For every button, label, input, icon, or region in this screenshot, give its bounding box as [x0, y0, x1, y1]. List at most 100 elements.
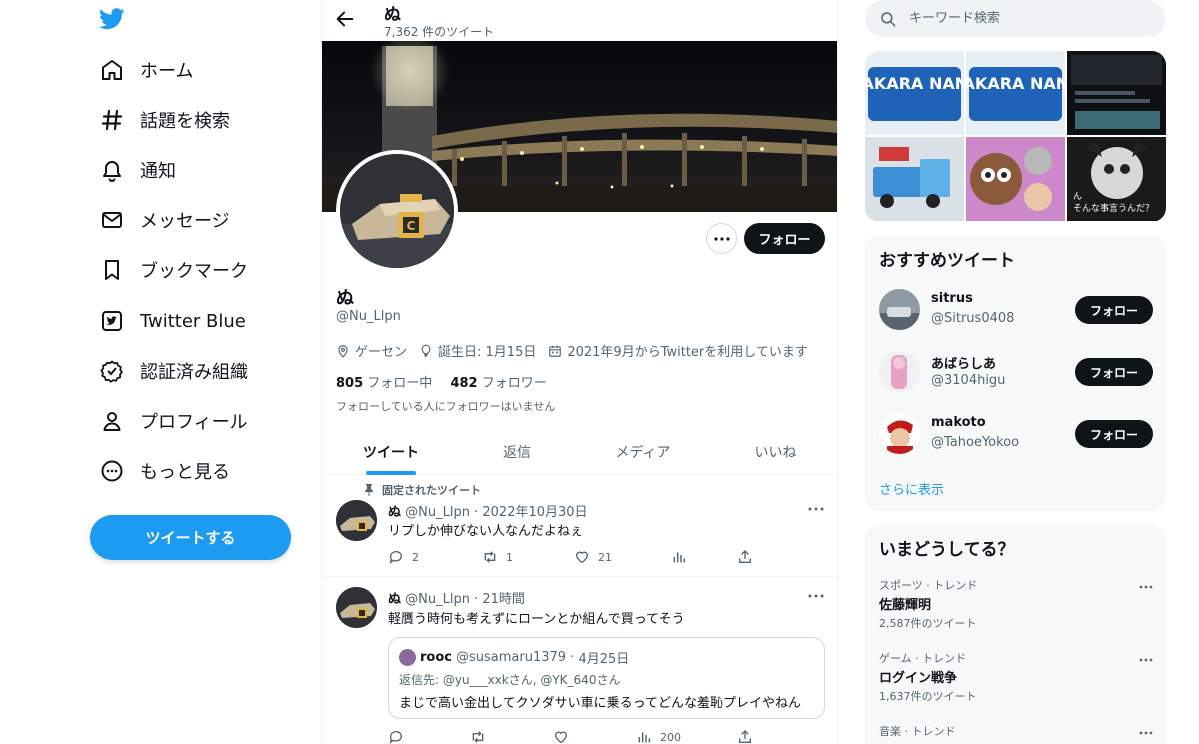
location-item: ゲーセン	[336, 341, 407, 360]
reply-button[interactable]	[388, 729, 412, 744]
tweet-author-name[interactable]: ぬ	[388, 505, 401, 520]
nav-label: メッセージ	[140, 211, 230, 232]
media-thumbnail[interactable]	[966, 137, 1065, 221]
like-count: 21	[598, 550, 612, 564]
tweet-item[interactable]: ぬ @Nu_Llpn · 21時間 軽贋う時何も考えずにローンとか組んで買ってそ…	[322, 578, 837, 744]
quoted-avatar	[399, 649, 416, 666]
tweet-timestamp[interactable]: 2022年10月30日	[482, 505, 587, 520]
profile-avatar[interactable]: C	[336, 150, 458, 272]
more-circle-icon	[101, 460, 123, 482]
tweet-timestamp[interactable]: 21時間	[482, 592, 525, 607]
quoted-tweet[interactable]: rooc @susamaru1379 · 4月25日 返信先: @yu___xx…	[388, 637, 825, 719]
share-icon	[739, 730, 751, 743]
follow-button[interactable]: フォロー	[1075, 420, 1153, 448]
following-link[interactable]: 805 フォロー中	[336, 376, 432, 391]
tweet-more-icon[interactable]	[807, 587, 825, 605]
calendar-icon	[549, 345, 562, 357]
show-more-link[interactable]: さらに表示	[879, 479, 944, 498]
media-thumbnail[interactable]: DAKARA NANY	[865, 51, 964, 135]
mutual-followers-note: フォローしている人にフォロワーはいません	[336, 400, 556, 413]
nav-label: 認証済み組織	[140, 362, 248, 383]
balloon-icon	[421, 344, 431, 357]
back-arrow-icon[interactable]	[334, 8, 356, 30]
follow-button[interactable]: フォロー	[744, 223, 825, 254]
trend-item[interactable]: スポーツ · トレンド 佐藤輝明 2,587件のツイート	[879, 577, 1154, 632]
trend-more-icon[interactable]	[1138, 579, 1154, 595]
media-thumbnail[interactable]	[865, 137, 964, 221]
media-caption: DAKARA NANY	[865, 74, 964, 93]
nav-twitter-blue[interactable]: Twitter Blue	[100, 303, 246, 339]
search-input[interactable]	[909, 11, 1139, 26]
nav-verified-orgs[interactable]: 認証済み組織	[100, 353, 248, 389]
like-button[interactable]: 21	[574, 549, 612, 565]
tweet-author-name[interactable]: ぬ	[388, 592, 401, 607]
more-dots-icon	[713, 236, 730, 241]
followers-count: 482	[450, 376, 478, 391]
retweet-icon	[472, 731, 484, 743]
analytics-button[interactable]	[671, 549, 695, 565]
like-button[interactable]	[553, 729, 577, 744]
compose-tweet-button[interactable]: ツイートする	[90, 515, 291, 560]
share-button[interactable]	[737, 549, 761, 565]
follow-button[interactable]: フォロー	[1075, 296, 1153, 324]
profile-tabs: ツイート 返信 メディア いいね	[322, 428, 837, 475]
trend-item[interactable]: ゲーム · トレンド ログイン戦争 1,637件のツイート	[879, 650, 1154, 705]
tweet-avatar[interactable]	[336, 587, 377, 628]
media-thumbnail[interactable]: DAKARA NANY	[966, 51, 1065, 135]
avatar[interactable]	[879, 413, 920, 454]
search-box[interactable]	[865, 0, 1166, 37]
trend-item[interactable]: 音楽 · トレンド	[879, 723, 1154, 744]
trends-panel: いまどうしてる？ スポーツ · トレンド 佐藤輝明 2,587件のツイート ゲー…	[865, 525, 1166, 744]
nav-profile[interactable]: プロフィール	[100, 403, 248, 439]
retweet-button[interactable]: 1	[482, 549, 513, 565]
nav-home[interactable]: ホーム	[100, 52, 193, 88]
retweet-button[interactable]	[470, 729, 494, 744]
avatar[interactable]	[879, 289, 920, 330]
heart-icon	[554, 731, 568, 744]
followers-link[interactable]: 482 フォロワー	[450, 376, 546, 391]
recommended-account[interactable]: sitrus @Sitrus0408 フォロー	[879, 289, 1154, 333]
trend-more-icon[interactable]	[1138, 652, 1154, 668]
nav-more[interactable]: もっと見る	[100, 453, 230, 489]
share-button[interactable]	[737, 729, 761, 744]
analytics-button[interactable]: 200	[636, 729, 681, 744]
person-icon	[103, 412, 121, 431]
profile-media-grid: DAKARA NANY DAKARA NANY ん そんな事言うんだ？	[865, 51, 1166, 222]
account-handle: @3104higu	[931, 373, 1006, 388]
nav-messages[interactable]: メッセージ	[100, 202, 230, 238]
reply-button[interactable]: 2	[388, 549, 419, 565]
nav-explore[interactable]: 話題を検索	[100, 102, 230, 138]
trend-more-icon[interactable]	[1138, 725, 1154, 741]
twitter-logo-icon[interactable]	[99, 8, 125, 30]
birthday-text: 誕生日: 1月15日	[438, 345, 537, 360]
nav-label: もっと見る	[140, 462, 230, 483]
tweet-author-handle[interactable]: @Nu_Llpn	[405, 505, 470, 520]
media-thumbnail[interactable]	[1067, 51, 1166, 135]
nav-label: ホーム	[140, 61, 194, 82]
profile-header-bar: ぬ 7,362 件のツイート	[322, 0, 837, 41]
reply-icon	[389, 731, 402, 744]
follow-button[interactable]: フォロー	[1075, 358, 1153, 386]
nav-bookmarks[interactable]: ブックマーク	[100, 252, 248, 288]
tab-tweets[interactable]: ツイート	[322, 428, 460, 475]
tweet-author-handle[interactable]: @Nu_Llpn	[405, 592, 470, 607]
tab-replies[interactable]: 返信	[460, 428, 574, 475]
search-icon	[881, 11, 896, 26]
right-sidebar: DAKARA NANY DAKARA NANY ん そんな事言うんだ？ おすすめ…	[838, 0, 1199, 744]
avatar[interactable]	[879, 351, 920, 392]
nav-label: 話題を検索	[140, 111, 230, 132]
tab-likes[interactable]: いいね	[712, 428, 837, 475]
tab-media[interactable]: メディア	[574, 428, 712, 475]
recommended-account[interactable]: makoto @TahoeYokoo フォロー	[879, 413, 1154, 457]
trends-title: いまどうしてる？	[879, 540, 1015, 560]
recommended-account[interactable]: あばらしあ @3104higu フォロー	[879, 351, 1154, 395]
joined-item: 2021年9月からTwitterを利用しています	[548, 341, 808, 360]
profile-more-button[interactable]	[706, 223, 737, 254]
media-thumbnail[interactable]: ん そんな事言うんだ？	[1067, 137, 1166, 221]
nav-notifications[interactable]: 通知	[100, 152, 176, 188]
tweet-avatar[interactable]	[336, 500, 377, 541]
tweet-more-icon[interactable]	[807, 500, 825, 518]
quoted-text: まじで高い金出してクソダサい車に乗るってどんな羞恥プレイやねん	[399, 696, 801, 711]
trend-count: 1,637件のツイート	[879, 690, 977, 703]
tweet-item[interactable]: 固定されたツイート ぬ @Nu_Llpn · 2022年10月30日 リプしか伸…	[322, 476, 837, 577]
